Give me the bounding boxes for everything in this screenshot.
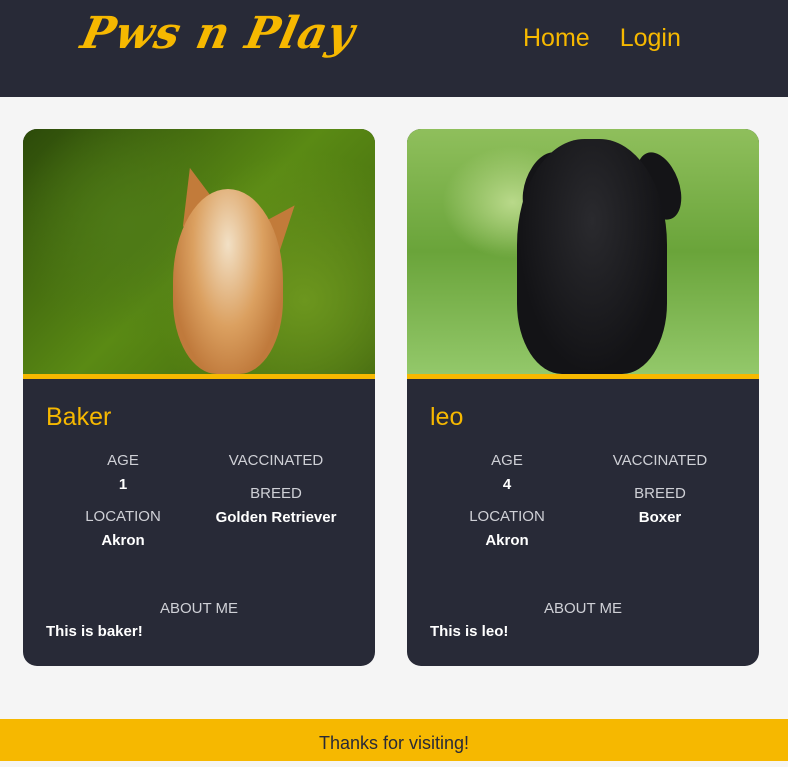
about-text: This is leo! [430, 623, 509, 640]
age-label: AGE [491, 452, 523, 469]
age-value: 4 [502, 476, 512, 493]
breed-value: Boxer [638, 509, 682, 526]
pet-card[interactable]: leo AGE 4 LOCATION Akron VACCINATED BREE… [407, 129, 759, 666]
breed-value: Golden Retriever [215, 509, 337, 526]
age-label: AGE [107, 452, 139, 469]
pet-photo [23, 129, 375, 374]
dog-image-shape [173, 189, 283, 374]
breed-label: BREED [250, 485, 302, 502]
about-label: ABOUT ME [159, 600, 239, 617]
about-text: This is baker! [46, 623, 143, 640]
nav-login-link[interactable]: Login [620, 24, 681, 53]
location-label: LOCATION [85, 508, 161, 525]
pet-card[interactable]: Baker AGE 1 LOCATION Akron VACCINATED BR… [23, 129, 375, 666]
site-logo[interactable]: Pws n Play [77, 8, 360, 59]
pet-photo [407, 129, 759, 374]
pet-name: Baker [46, 403, 112, 431]
nav-home-link[interactable]: Home [523, 24, 590, 53]
main-nav: Home Login [523, 24, 681, 53]
dog-image-shape [517, 139, 667, 374]
location-label: LOCATION [469, 508, 545, 525]
vaccinated-label: VACCINATED [228, 452, 324, 469]
location-value: Akron [485, 532, 529, 549]
location-value: Akron [101, 532, 145, 549]
site-header: Pws n Play Home Login [0, 0, 788, 97]
age-value: 1 [118, 476, 128, 493]
site-footer: Thanks for visiting! [0, 719, 788, 761]
breed-label: BREED [634, 485, 686, 502]
accent-stripe [407, 374, 759, 379]
footer-text: Thanks for visiting! [318, 733, 470, 753]
about-label: ABOUT ME [543, 600, 623, 617]
pet-name: leo [430, 403, 464, 431]
accent-stripe [23, 374, 375, 379]
vaccinated-label: VACCINATED [612, 452, 708, 469]
